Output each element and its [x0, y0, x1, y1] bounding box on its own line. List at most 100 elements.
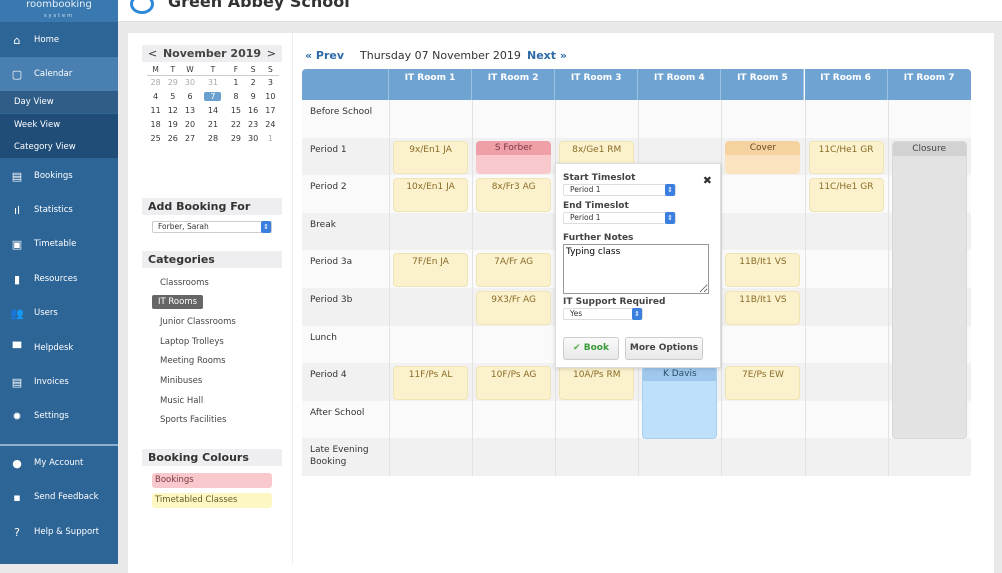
calendar-day[interactable]: 25: [147, 131, 164, 145]
category-laptop-trolleys[interactable]: Laptop Trolleys: [160, 337, 224, 347]
sidebar-item-label: Users: [34, 308, 58, 318]
booking-block[interactable]: 10A/Ps RM: [559, 366, 635, 400]
sidebar-item-resources[interactable]: ▮ Resources: [0, 262, 118, 296]
calendar-day[interactable]: 9: [245, 89, 262, 103]
calendar-day[interactable]: 10: [262, 89, 279, 103]
close-icon[interactable]: ✖: [703, 174, 712, 187]
room-header[interactable]: IT Room 1: [389, 69, 473, 100]
start-timeslot-select[interactable]: Period 1 ⇕: [563, 184, 676, 196]
booking-block[interactable]: K Davis: [642, 366, 718, 440]
booking-block[interactable]: 11C/He1 GR: [808, 178, 884, 212]
calendar-day[interactable]: 31: [199, 75, 228, 89]
calendar-day[interactable]: 20: [181, 117, 198, 131]
calendar-day[interactable]: 28: [199, 131, 228, 145]
calendar-day[interactable]: 4: [147, 89, 164, 103]
booking-block[interactable]: 11B/It1 VS: [725, 291, 801, 325]
calendar-day[interactable]: 22: [227, 117, 244, 131]
calendar-day[interactable]: 1: [262, 131, 279, 145]
calendar-day[interactable]: 23: [245, 117, 262, 131]
calendar-day[interactable]: 26: [164, 131, 181, 145]
calendar-day[interactable]: 11: [147, 103, 164, 117]
booking-block[interactable]: 11F/Ps AL: [393, 366, 469, 400]
further-notes-textarea[interactable]: Typing class: [563, 244, 709, 294]
calendar-day[interactable]: 2: [245, 75, 262, 89]
booking-block[interactable]: 9X3/Fr AG: [476, 291, 552, 325]
room-header[interactable]: IT Room 3: [555, 69, 639, 100]
booking-block[interactable]: Closure: [891, 140, 967, 440]
calendar-day[interactable]: 28: [147, 75, 164, 89]
calendar-day[interactable]: 7: [199, 89, 228, 103]
sidebar-item-settings[interactable]: ✹ Settings: [0, 399, 118, 433]
booking-block[interactable]: 10x/En1 JA: [393, 178, 469, 212]
sidebar-item-help-support[interactable]: ? Help & Support: [0, 515, 118, 549]
category-minibuses[interactable]: Minibuses: [160, 376, 202, 386]
sidebar-item-users[interactable]: 👥 Users: [0, 296, 118, 330]
book-button[interactable]: ✔ Book: [563, 337, 619, 360]
sidebar-subitem-week-view[interactable]: Week View: [0, 114, 118, 136]
booking-block[interactable]: 11C/He1 GR: [808, 140, 884, 175]
category-junior-classrooms[interactable]: Junior Classrooms: [160, 317, 236, 327]
sidebar-subitem-day-view[interactable]: Day View: [0, 91, 118, 113]
calendar-day[interactable]: 18: [147, 117, 164, 131]
calendar-day[interactable]: 6: [181, 89, 198, 103]
room-header[interactable]: IT Room 4: [638, 69, 722, 100]
calendar-day[interactable]: 1: [227, 75, 244, 89]
calendar-day[interactable]: 3: [262, 75, 279, 89]
room-header[interactable]: IT Room 7: [887, 69, 971, 100]
calendar-day[interactable]: 17: [262, 103, 279, 117]
prev-day-link[interactable]: « Prev: [305, 49, 344, 62]
calendar-day[interactable]: 5: [164, 89, 181, 103]
calendar-day[interactable]: 29: [164, 75, 181, 89]
booking-block[interactable]: 7A/Fr AG: [476, 253, 552, 287]
booking-block[interactable]: 9x/En1 JA: [393, 140, 469, 175]
room-header[interactable]: IT Room 2: [472, 69, 556, 100]
calendar-day[interactable]: 30: [181, 75, 198, 89]
more-options-button[interactable]: More Options: [625, 337, 703, 360]
booking-for-select[interactable]: Forber, Sarah ⇕: [152, 221, 272, 233]
calendar-day[interactable]: 24: [262, 117, 279, 131]
sidebar-item-bookings[interactable]: ▤ Bookings: [0, 159, 118, 193]
booking-block[interactable]: 7E/Ps EW: [725, 366, 801, 400]
booking-block[interactable]: S Forber: [476, 140, 552, 175]
calendar-day[interactable]: 19: [164, 117, 181, 131]
calendar-day[interactable]: 27: [181, 131, 198, 145]
room-header[interactable]: IT Room 6: [804, 69, 888, 100]
category-classrooms[interactable]: Classrooms: [160, 278, 209, 288]
brand-logo[interactable]: roombooking system: [0, 0, 118, 22]
categories-heading: Categories: [142, 251, 282, 268]
calendar-day[interactable]: 14: [199, 103, 228, 117]
it-support-select[interactable]: Yes ⇕: [563, 308, 643, 320]
category-sports-facilities[interactable]: Sports Facilities: [160, 415, 226, 425]
booking-block[interactable]: Cover: [725, 140, 801, 175]
calendar-day[interactable]: 15: [227, 103, 244, 117]
sidebar-item-timetable[interactable]: ▣ Timetable: [0, 227, 118, 261]
booking-block[interactable]: 11B/It1 VS: [725, 253, 801, 287]
end-timeslot-select[interactable]: Period 1 ⇕: [563, 212, 676, 224]
prev-month-button[interactable]: <: [148, 47, 157, 60]
category-meeting-rooms[interactable]: Meeting Rooms: [160, 356, 226, 366]
sidebar-item-calendar[interactable]: ▢ Calendar: [0, 57, 118, 91]
calendar-day[interactable]: 21: [199, 117, 228, 131]
calendar-day[interactable]: 13: [181, 103, 198, 117]
calendar-day[interactable]: 30: [245, 131, 262, 145]
sidebar-item-my-account[interactable]: ● My Account: [0, 446, 118, 480]
sidebar-item-home[interactable]: ⌂ Home: [0, 23, 118, 57]
sidebar-item-statistics[interactable]: ıl Statistics: [0, 193, 118, 227]
calendar-day[interactable]: 16: [245, 103, 262, 117]
category-music-hall[interactable]: Music Hall: [160, 396, 203, 406]
calendar-day[interactable]: 12: [164, 103, 181, 117]
sidebar-item-send-feedback[interactable]: ▪ Send Feedback: [0, 480, 118, 514]
category-it-rooms[interactable]: IT Rooms: [152, 295, 204, 309]
sidebar-item-label: My Account: [34, 458, 84, 468]
calendar-day[interactable]: 29: [227, 131, 244, 145]
sidebar-subitem-category-view[interactable]: Category View: [0, 136, 118, 158]
next-month-button[interactable]: >: [267, 47, 276, 60]
booking-block[interactable]: 7F/En JA: [393, 253, 469, 287]
sidebar-item-helpdesk[interactable]: ▀ Helpdesk: [0, 331, 118, 365]
calendar-day[interactable]: 8: [227, 89, 244, 103]
next-day-link[interactable]: Next »: [527, 49, 567, 62]
room-header[interactable]: IT Room 5: [721, 69, 805, 100]
booking-block[interactable]: 10F/Ps AG: [476, 366, 552, 400]
sidebar-item-invoices[interactable]: ▤ Invoices: [0, 365, 118, 399]
booking-block[interactable]: 8x/Fr3 AG: [476, 178, 552, 212]
